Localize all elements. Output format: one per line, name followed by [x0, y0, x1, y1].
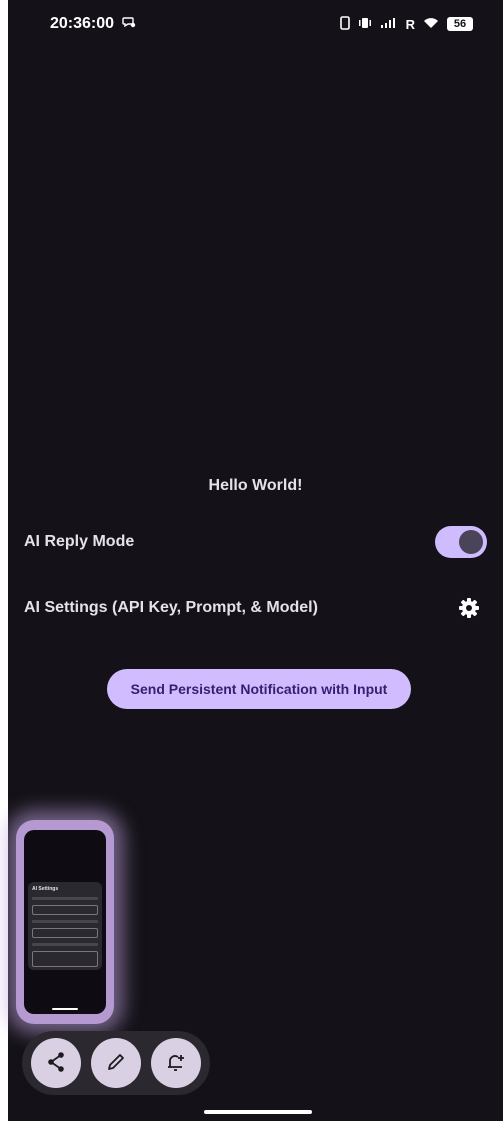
share-icon	[44, 1050, 68, 1077]
preview-dialog-title: AI Settings	[32, 886, 59, 892]
pencil-icon	[104, 1050, 128, 1077]
greeting-text: Hello World!	[208, 477, 303, 494]
status-bar: 20:36:00 R 56	[8, 0, 503, 48]
bell-plus-icon	[164, 1050, 188, 1077]
battery-icon: 56	[447, 17, 473, 31]
vibrate-icon	[358, 17, 372, 32]
ai-reply-mode-row[interactable]: AI Reply Mode	[24, 522, 487, 562]
screenshot-actions-bar	[22, 1031, 210, 1095]
roaming-label: R	[405, 16, 415, 32]
screenshot-preview-image: AI Settings	[24, 830, 106, 1014]
home-indicator[interactable]	[204, 1110, 312, 1114]
phone-portrait-icon	[339, 15, 350, 33]
switch-thumb	[459, 530, 483, 554]
wifi-icon	[423, 17, 439, 32]
add-reminder-button[interactable]	[151, 1038, 201, 1088]
preview-dialog: AI Settings	[28, 882, 102, 970]
edit-button[interactable]	[91, 1038, 141, 1088]
ai-reply-mode-label: AI Reply Mode	[24, 533, 135, 550]
ai-settings-row[interactable]: AI Settings (API Key, Prompt, & Model)	[24, 588, 487, 628]
status-time: 20:36:00	[50, 15, 115, 32]
app-screen: 20:36:00 R 56 Hello World! AI Reply Mode…	[8, 0, 503, 1121]
notification-chat-icon	[122, 15, 136, 34]
signal-icon	[380, 17, 398, 32]
ai-reply-mode-switch[interactable]	[435, 526, 487, 558]
screenshot-preview[interactable]: AI Settings	[16, 820, 114, 1024]
ai-settings-label: AI Settings (API Key, Prompt, & Model)	[24, 599, 318, 616]
share-button[interactable]	[31, 1038, 81, 1088]
send-notification-button[interactable]: Send Persistent Notification with Input	[107, 669, 411, 709]
gear-icon[interactable]	[457, 596, 481, 620]
